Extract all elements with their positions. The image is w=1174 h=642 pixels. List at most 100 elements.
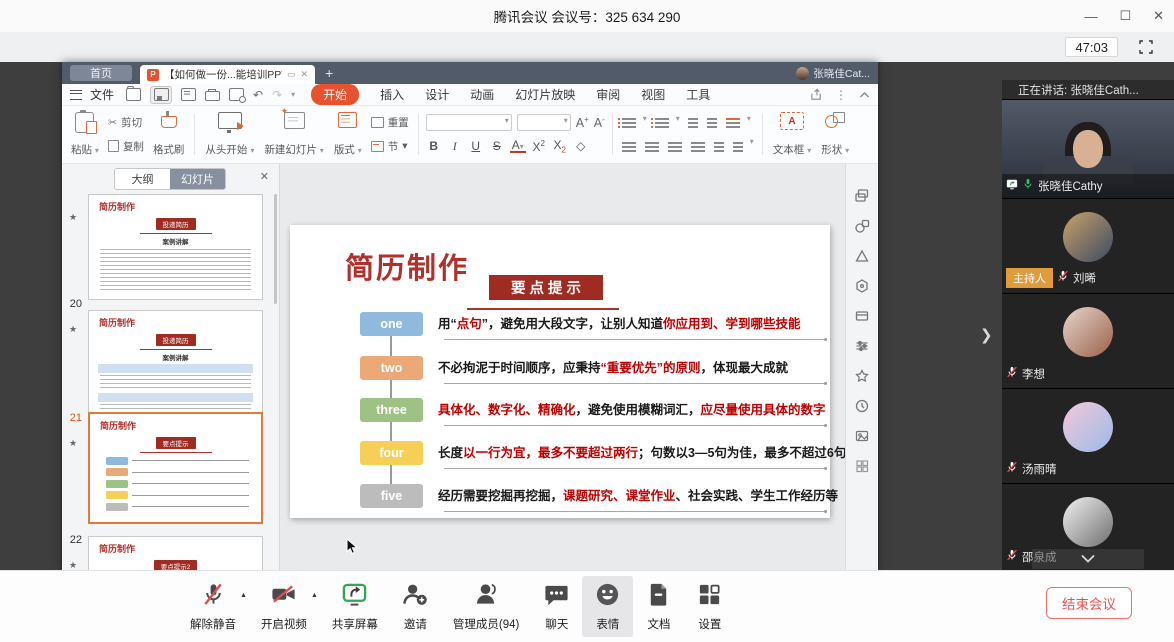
justify-icon[interactable] <box>691 142 705 144</box>
fullscreen-button[interactable] <box>1136 37 1156 57</box>
print-preview-icon[interactable] <box>229 88 244 101</box>
history-clock-icon[interactable] <box>854 398 870 414</box>
redo-icon[interactable]: ↷ <box>272 88 282 102</box>
cut-button[interactable]: ✂剪切 <box>108 115 144 130</box>
participant-tile-李想[interactable]: 李想 <box>1002 293 1174 388</box>
superscript-icon[interactable]: X2 <box>531 139 547 154</box>
undo-icon[interactable]: ↶ <box>253 88 263 102</box>
menu-item-视图[interactable]: 视图 <box>641 86 665 103</box>
menu-item-幻灯片放映[interactable]: 幻灯片放映 <box>515 86 575 103</box>
slide-thumbnail-partial[interactable]: 简历制作投递简历案例讲解 <box>88 194 263 300</box>
numbering-icon[interactable] <box>655 118 669 120</box>
toolbar-settings[interactable]: 设置 <box>684 576 735 637</box>
collapse-tiles-button[interactable] <box>1032 549 1144 569</box>
settings-sliders-icon[interactable] <box>854 338 870 354</box>
copy-button[interactable]: 复制 <box>108 139 144 154</box>
toolbar-share-screen[interactable]: 共享屏幕 <box>320 576 390 637</box>
quickbar-caret-icon[interactable]: ▾ <box>291 90 295 99</box>
font-family-select[interactable] <box>426 114 512 131</box>
pin-tab-icon[interactable]: ▭ <box>287 69 296 80</box>
line-spacing-icon[interactable] <box>733 142 743 144</box>
toolbar-invite[interactable]: 邀请 <box>390 576 441 637</box>
tab-home[interactable]: 首页 <box>70 65 132 81</box>
tab-outline[interactable]: 大纲 <box>115 169 170 189</box>
textbox-button[interactable]: A 文本框 ▾ <box>768 109 816 160</box>
current-slide[interactable]: 简历制作 要点提示 one用“点句”，避免用大段文字，让别人知道你应用到、学到哪… <box>290 225 830 518</box>
panel-close-icon[interactable]: ✕ <box>260 170 269 183</box>
menu-item-插入[interactable]: 插入 <box>380 86 404 103</box>
format-painter-button[interactable]: 格式刷 <box>148 109 190 160</box>
menu-item-设计[interactable]: 设计 <box>425 86 449 103</box>
menu-item-审阅[interactable]: 审阅 <box>596 86 620 103</box>
print-icon[interactable] <box>205 91 220 101</box>
toolbar-camera-off[interactable]: 开启视频 <box>249 576 319 637</box>
toolbar-mic-muted[interactable]: 解除静音 <box>178 576 248 637</box>
maximize-button[interactable]: ☐ <box>1119 8 1131 24</box>
paste-button[interactable]: 粘贴 ▾ <box>66 109 104 160</box>
save-button[interactable] <box>150 86 172 104</box>
more-menu-icon[interactable]: ⋮ <box>835 88 847 102</box>
italic-icon[interactable]: I <box>447 139 463 154</box>
menu-item-工具[interactable]: 工具 <box>686 86 710 103</box>
new-slide-button[interactable]: 新建幻灯片 ▾ <box>259 109 328 160</box>
align-right-icon[interactable] <box>668 142 682 144</box>
expand-participants-arrow[interactable]: ❯ <box>980 326 993 344</box>
menu-file[interactable]: 文件 <box>90 86 114 103</box>
increase-indent-icon[interactable] <box>707 118 717 120</box>
flowchart-icon[interactable] <box>854 248 870 264</box>
smartart-icon[interactable] <box>854 278 870 294</box>
slide-thumbnail-21[interactable]: 简历制作要点提示 <box>88 412 263 524</box>
close-button[interactable]: ✕ <box>1153 8 1164 24</box>
effects-star-icon[interactable] <box>854 368 870 384</box>
tab-document[interactable]: P 【如何做一份...能培训PPT ▭ ✕ <box>140 65 315 84</box>
section-button[interactable]: 节 ▾ <box>371 139 409 154</box>
share-doc-icon[interactable] <box>810 88 823 101</box>
bold-icon[interactable]: B <box>426 139 442 153</box>
play-from-start-button[interactable]: 从头开始 ▾ <box>200 109 259 160</box>
hamburger-icon[interactable] <box>70 90 82 100</box>
font-size-select[interactable] <box>517 114 571 131</box>
menu-item-开始[interactable]: 开始 <box>311 84 359 105</box>
panel-scrollbar[interactable] <box>274 194 277 304</box>
participant-tile-邵泉成[interactable]: 邵泉成 <box>1002 483 1174 570</box>
align-left-icon[interactable] <box>622 142 636 144</box>
caret-up-icon[interactable]: ▲ <box>240 592 247 599</box>
text-direction-icon[interactable] <box>726 118 740 120</box>
participant-tile-汤雨晴[interactable]: 汤雨晴 <box>1002 388 1174 483</box>
new-tab-button[interactable]: + <box>325 65 333 81</box>
close-tab-icon[interactable]: ✕ <box>301 69 309 80</box>
bullets-icon[interactable] <box>622 118 636 120</box>
clear-format-icon[interactable]: ◇ <box>573 139 589 153</box>
toolbar-members[interactable]: 管理成员(94) <box>441 576 531 637</box>
toolbar-doc[interactable]: 文档 <box>633 576 684 637</box>
font-color-icon[interactable]: A▾ <box>510 139 526 153</box>
toolbar-emoji[interactable]: 表情 <box>582 576 633 637</box>
shapes-button[interactable]: 形状 ▾ <box>816 109 854 160</box>
slide-thumbnail-22[interactable]: 简历制作要点提示2 <box>88 536 263 570</box>
export-icon[interactable] <box>181 88 196 101</box>
underline-icon[interactable]: U <box>468 139 484 153</box>
grid-panel-icon[interactable] <box>854 458 870 474</box>
toolbar-chat[interactable]: 聊天 <box>531 576 582 637</box>
distribute-icon[interactable] <box>714 142 724 144</box>
minimize-button[interactable]: — <box>1084 9 1097 24</box>
image-panel-icon[interactable] <box>854 428 870 444</box>
align-center-icon[interactable] <box>645 142 659 144</box>
strikethrough-icon[interactable]: S <box>489 139 505 153</box>
participant-tile-张晓佳Cathy[interactable]: 张晓佳Cathy <box>1002 99 1174 198</box>
decrease-font-icon[interactable]: A- <box>594 115 605 130</box>
caret-up-icon[interactable]: ▲ <box>311 592 318 599</box>
duplicate-slide-icon[interactable] <box>854 188 870 204</box>
slide-thumbnail-20[interactable]: 简历制作投递简历案例讲解 <box>88 310 263 424</box>
reset-slide-button[interactable]: 重置 <box>371 115 409 130</box>
end-meeting-button[interactable]: 结束会议 <box>1046 587 1132 619</box>
wps-account[interactable]: 张晓佳Cat... <box>796 66 870 81</box>
increase-font-icon[interactable]: A+ <box>576 115 589 130</box>
shapes-panel-icon[interactable] <box>854 218 870 234</box>
menu-item-动画[interactable]: 动画 <box>470 86 494 103</box>
open-file-icon[interactable] <box>126 88 141 101</box>
decrease-indent-icon[interactable] <box>688 118 698 120</box>
collapse-ribbon-icon[interactable] <box>859 91 870 99</box>
chart-panel-icon[interactable] <box>854 308 870 324</box>
slide-layout-button[interactable]: 版式 ▾ <box>329 109 367 160</box>
